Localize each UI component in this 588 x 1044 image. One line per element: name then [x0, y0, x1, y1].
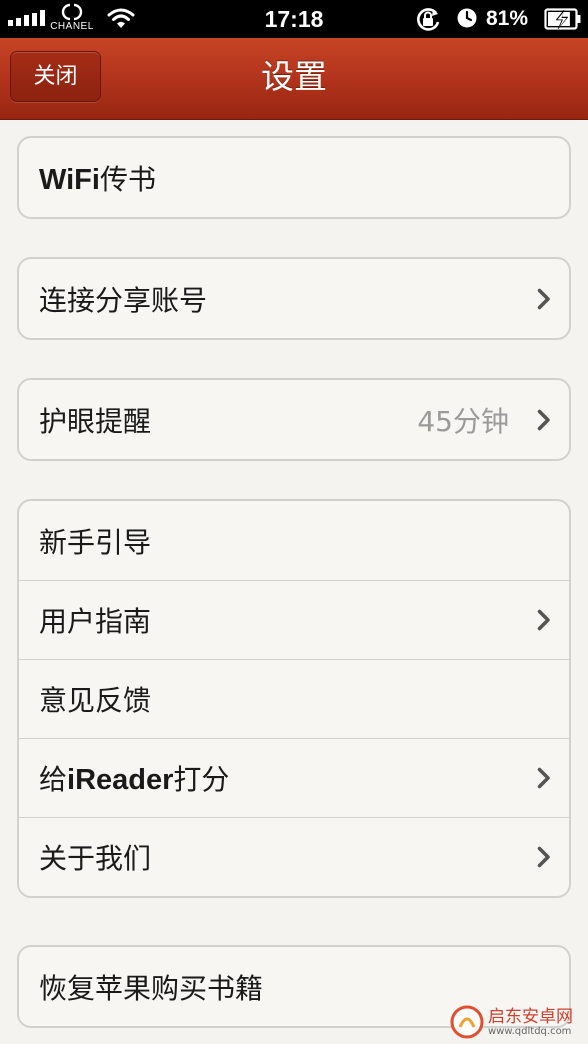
- row-label: WiFi传书: [39, 162, 156, 196]
- status-bar: CHANEL 17:18 81%: [0, 0, 588, 38]
- row-label: 意见反馈: [39, 684, 152, 717]
- close-button[interactable]: 关闭: [10, 51, 101, 102]
- site-watermark: 启东安卓网 www.qdltdq.com: [450, 1002, 582, 1042]
- row-about-us[interactable]: 关于我们: [19, 817, 569, 896]
- row-label: 护眼提醒: [39, 404, 152, 438]
- row-user-guide[interactable]: 用户指南: [19, 580, 569, 659]
- group-help: 新手引导 用户指南 意见反馈 给iReader打分 关于我们: [17, 499, 571, 898]
- row-feedback[interactable]: 意见反馈: [19, 659, 569, 738]
- row-label: 用户指南: [39, 605, 152, 638]
- group-wifi: WiFi传书: [17, 136, 571, 219]
- rotation-lock-icon: [417, 8, 440, 31]
- watermark-text: 启东安卓网: [488, 1007, 573, 1027]
- row-beginner-guide[interactable]: 新手引导: [19, 501, 569, 580]
- chevron-right-icon: [537, 409, 550, 430]
- row-label: 给iReader打分: [39, 763, 230, 796]
- group-share: 连接分享账号: [17, 257, 571, 340]
- battery-percent: 81%: [486, 7, 529, 30]
- chevron-right-icon: [537, 846, 550, 868]
- chevron-right-icon: [537, 767, 550, 789]
- navigation-bar: 设置 关闭: [0, 38, 588, 120]
- watermark-url: www.qdltdq.com: [488, 1026, 572, 1037]
- chevron-right-icon: [537, 288, 550, 309]
- row-connect-share-account[interactable]: 连接分享账号: [19, 259, 569, 338]
- alarm-clock-icon: [457, 8, 477, 28]
- row-label: 新手引导: [39, 525, 152, 559]
- battery-charging-icon: [544, 8, 581, 30]
- row-label: 关于我们: [39, 842, 152, 875]
- row-rate-ireader[interactable]: 给iReader打分: [19, 738, 569, 817]
- eye-care-interval-value: 45分钟: [417, 404, 509, 438]
- row-wifi-transfer[interactable]: WiFi传书: [19, 138, 569, 217]
- row-label: 恢复苹果购买书籍: [39, 971, 264, 1005]
- row-label: 连接分享账号: [39, 283, 208, 317]
- row-eye-care-reminder[interactable]: 护眼提醒 45分钟: [19, 380, 569, 459]
- chevron-right-icon: [537, 609, 550, 631]
- group-eye-care: 护眼提醒 45分钟: [17, 378, 571, 461]
- watermark-logo-icon: [450, 1005, 484, 1039]
